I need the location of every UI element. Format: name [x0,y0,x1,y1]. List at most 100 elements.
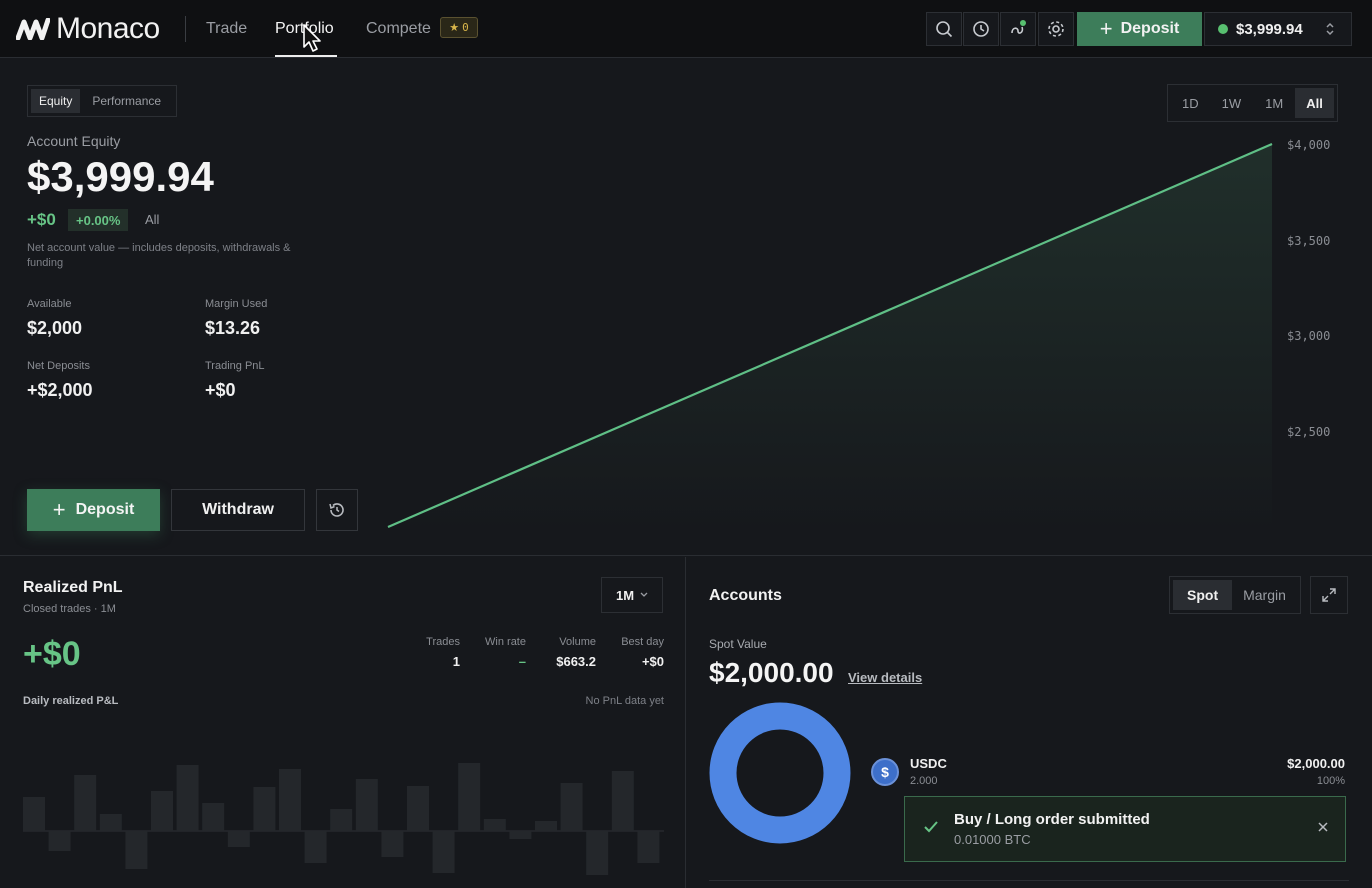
placeholder-bar [611,771,634,831]
range-1m[interactable]: 1M [1253,88,1295,118]
realized-pnl-subtitle: Closed trades · 1M [23,603,116,615]
pnl-range-value: 1M [615,587,635,603]
expand-button[interactable] [1310,576,1348,614]
placeholder-bar [432,831,455,873]
placeholder-bar [99,814,122,831]
expand-icon [1322,588,1336,602]
asset-amount: 2.000 [910,775,938,787]
realized-pnl-panel: Realized PnL Closed trades · 1M 1M +$0 T… [0,557,686,888]
order-toast: Buy / Long order submitted 0.01000 BTC [904,796,1346,862]
metric-bestday-value: +$0 [641,654,664,669]
history-button[interactable] [963,12,999,46]
search-icon [936,21,953,38]
account-balance-selector[interactable]: $3,999.94 [1204,12,1352,46]
top-deposit-label: Deposit [1120,20,1180,37]
placeholder-bar [355,779,378,831]
search-button[interactable] [926,12,962,46]
pnl-range-dropdown[interactable]: 1M [601,577,663,613]
compete-points-badge[interactable]: ★ 0 [440,17,478,38]
top-nav-bar: Monaco Trade Portfolio Compete ★ 0 + Dep… [0,0,1372,58]
toast-title: Buy / Long order submitted [954,811,1150,828]
activity-icon [1011,20,1026,34]
y-tick-label: $2,500 [1287,425,1331,439]
placeholder-bar [74,775,97,831]
stat-trading-pnl-label: Trading PnL [205,360,265,372]
range-1d[interactable]: 1D [1171,88,1210,118]
spot-value-label: Spot Value [709,637,767,651]
settings-button[interactable] [1038,12,1074,46]
equity-range-label: All [145,212,160,227]
metric-winrate-value: – [518,654,526,669]
stat-margin-used-label: Margin Used [205,298,268,310]
stat-available-label: Available [27,298,72,310]
star-icon: ★ [449,22,460,34]
check-icon [924,821,938,833]
equity-view-toggle: Equity Performance [27,85,178,117]
metric-volume-label: Volume [559,636,596,648]
tab-equity[interactable]: Equity [31,89,81,113]
equity-note: Net account value — includes deposits, w… [27,242,291,269]
realized-pnl-value: +$0 [23,635,81,673]
realized-pnl-title: Realized PnL [23,579,123,596]
chevron-updown-icon [1326,22,1334,36]
placeholder-bar [509,831,532,839]
metric-trades-label: Trades [426,636,460,648]
placeholder-bar [458,763,481,831]
account-equity-title: Account Equity [27,133,121,149]
mouse-cursor-icon [303,24,321,52]
metric-volume-value: $663.2 [556,654,596,669]
daily-pnl-placeholder-bars [23,763,664,875]
tab-margin[interactable]: Margin [1232,580,1297,610]
placeholder-bar [227,831,250,847]
nav-link-trade[interactable]: Trade [206,20,247,38]
top-deposit-button[interactable]: + Deposit [1077,12,1202,46]
range-toggle: 1D 1W 1M All [1167,84,1338,122]
gear-icon [1048,21,1064,37]
brand-logo[interactable]: Monaco [16,12,160,46]
placeholder-bar [407,786,429,831]
account-equity-value: $3,999.94 [27,153,214,200]
placeholder-bar [202,803,225,831]
y-tick-label: $4,000 [1287,138,1331,152]
equity-panel: Equity Performance 1D 1W 1M All Account … [0,59,1372,556]
tab-spot[interactable]: Spot [1173,580,1233,610]
spot-allocation-donut [709,702,851,844]
close-icon[interactable] [1315,819,1331,835]
stat-trading-pnl-value: +$0 [205,380,236,400]
view-details-link[interactable]: View details [848,670,922,685]
equity-change-pct: +0.00% [68,209,129,231]
withdraw-button[interactable]: Withdraw [171,489,305,531]
equity-chart [387,142,1273,534]
metric-trades-value: 1 [452,654,460,669]
range-all[interactable]: All [1295,88,1334,118]
activity-button[interactable] [1000,12,1036,46]
placeholder-bar [125,831,148,869]
y-tick-label: $3,000 [1287,329,1331,343]
stat-net-deposits-value: +$2,000 [27,380,93,400]
tab-performance[interactable]: Performance [80,89,173,113]
nav-link-compete[interactable]: Compete [366,20,431,38]
equity-change: +$0 [27,210,56,229]
accounts-title: Accounts [709,587,782,604]
chevron-down-icon [640,592,648,597]
placeholder-bar [23,797,45,831]
placeholder-bar [304,831,327,863]
transfer-history-button[interactable] [316,489,358,531]
range-1w[interactable]: 1W [1210,88,1254,118]
usdc-icon: $ [871,758,899,786]
history-icon [973,21,989,37]
active-tab-underline [275,55,337,57]
monaco-logo-icon [16,18,50,40]
placeholder-bar [637,831,660,863]
plus-icon: + [1099,16,1113,41]
daily-pnl-label: Daily realized P&L [23,695,119,707]
placeholder-bar [535,821,557,831]
donut-slice-usdc [709,702,851,844]
asset-symbol: USDC [910,756,947,771]
deposit-button[interactable]: + Deposit [27,489,160,531]
asset-value: $2,000.00 [1287,756,1345,771]
placeholder-bar [176,765,199,831]
plus-icon: + [52,497,66,522]
stat-net-deposits-label: Net Deposits [27,360,90,372]
stat-margin-used-value: $13.26 [205,318,261,338]
